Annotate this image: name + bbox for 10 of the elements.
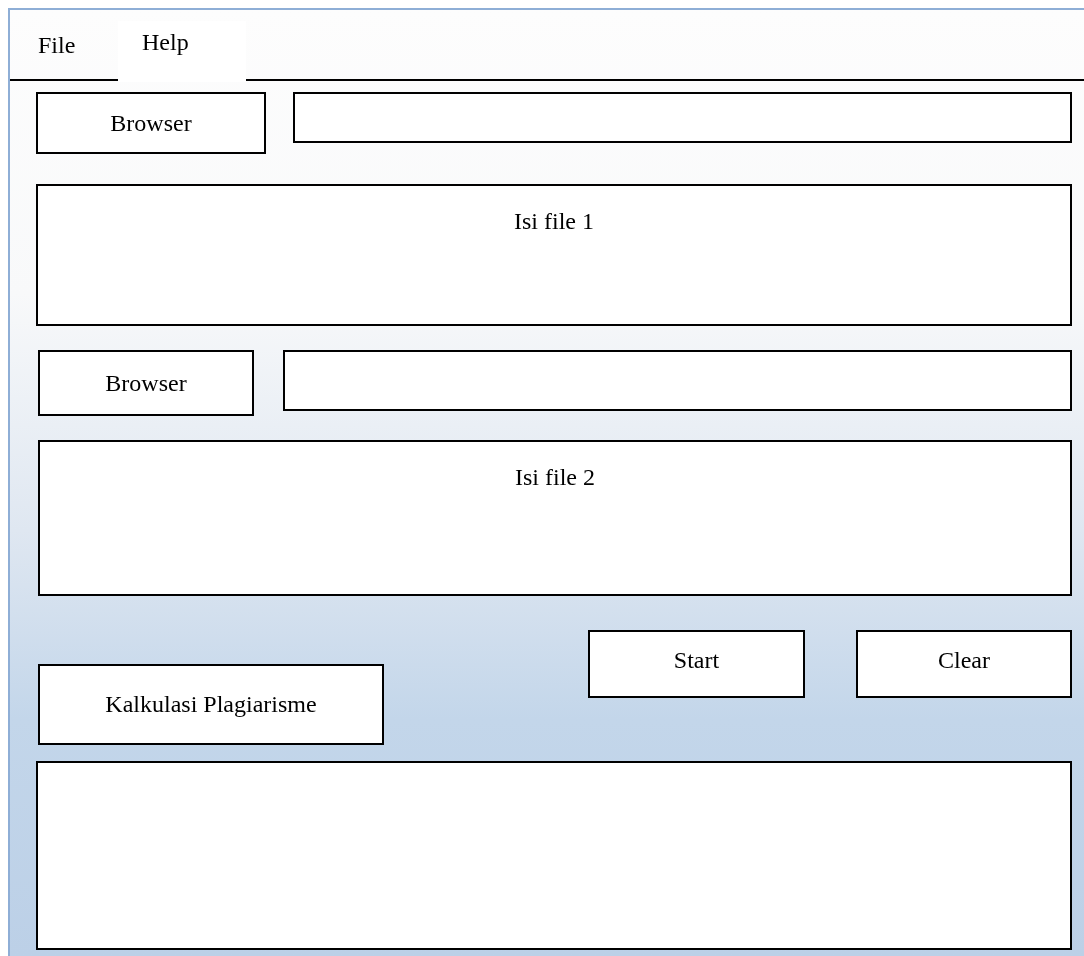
browse-button[interactable]: Browser [38, 350, 254, 416]
file-path-field[interactable] [293, 92, 1072, 143]
panel-label: Isi file 2 [515, 464, 595, 491]
calculate-button[interactable]: Kalkulasi Plagiarisme [38, 664, 384, 745]
clear-button[interactable]: Clear [856, 630, 1072, 698]
browse-button[interactable]: Browser [36, 92, 266, 154]
file-path-field[interactable] [283, 350, 1072, 411]
start-button[interactable]: Start [588, 630, 805, 698]
menu-item[interactable]: File [10, 24, 118, 65]
panel-label: Isi file 1 [514, 208, 594, 235]
